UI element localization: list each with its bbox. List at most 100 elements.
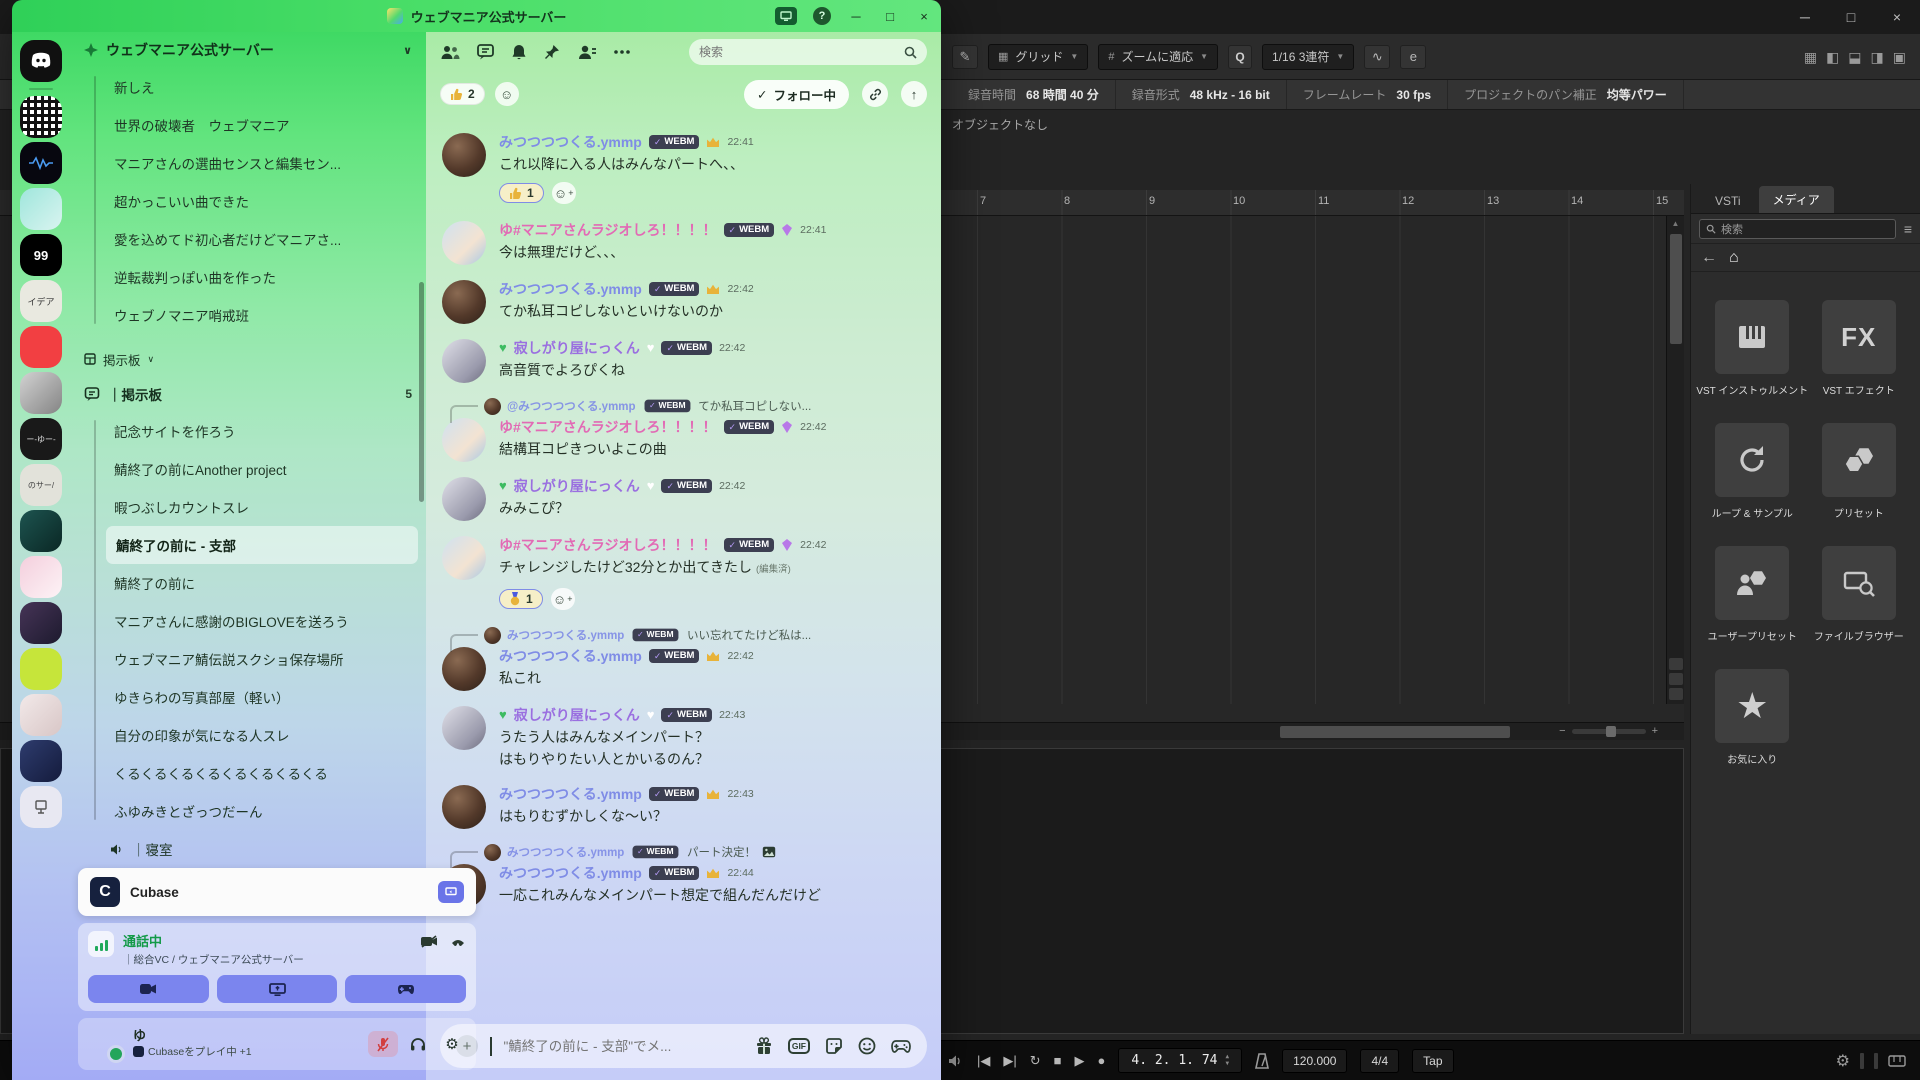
scroll-up-arrow[interactable]: ▲ — [1667, 216, 1684, 231]
list-view-icon[interactable]: ≡ — [1904, 221, 1912, 237]
server-avatar[interactable] — [20, 694, 62, 736]
jump-to-top-icon[interactable]: ↑ — [901, 81, 927, 107]
copy-link-icon[interactable] — [862, 81, 888, 107]
add-reaction-button[interactable]: ☺+ — [551, 588, 575, 610]
home-icon[interactable]: ⌂ — [1729, 249, 1739, 267]
chat-message[interactable]: みつつつつくる.ymmp ✓WEBM いい忘れてたけど私は... みつつつつくる… — [426, 625, 941, 691]
message-list[interactable]: みつつつつくる.ymmp ✓WEBM 22:41 これ以降に入る人はみんなパート… — [426, 116, 941, 1016]
category-header[interactable]: 掲示板 ∨ — [70, 342, 426, 376]
back-arrow-icon[interactable]: ← — [1701, 249, 1717, 267]
avatar[interactable] — [442, 785, 486, 829]
avatar[interactable] — [442, 536, 486, 580]
setup-window-layout-icon[interactable]: ▦ — [1804, 49, 1817, 66]
avatar[interactable] — [442, 339, 486, 383]
cubase-maximize-button[interactable]: □ — [1828, 0, 1874, 34]
server-avatar[interactable] — [20, 648, 62, 690]
server-avatar[interactable]: イデア — [20, 280, 62, 322]
chat-message[interactable]: ♥ 寂しがり屋にっくん ♥ ✓WEBM 22:42 高音質でよろぴくね — [426, 337, 941, 383]
lower-zone-toggle-icon[interactable]: ⬓ — [1848, 49, 1861, 66]
message-author[interactable]: ゆ#マニアさんラジオしろ！！！！ — [499, 416, 717, 438]
notification-bell-icon[interactable] — [511, 44, 527, 61]
go-to-end-button[interactable]: ▶| — [1003, 1053, 1016, 1069]
cycle-button[interactable]: ↻ — [1030, 1053, 1041, 1069]
gift-icon[interactable] — [755, 1037, 773, 1055]
server-avatar[interactable] — [20, 372, 62, 414]
tap-tempo-button[interactable]: Tap — [1412, 1049, 1453, 1073]
discord-minimize-button[interactable]: ─ — [847, 9, 865, 24]
message-input[interactable]: + GIF — [440, 1024, 927, 1068]
sidebar-thread[interactable]: 新しえ — [70, 68, 426, 106]
chevron-down-icon[interactable]: ∨ — [403, 44, 412, 57]
reply-author[interactable]: みつつつつくる.ymmp — [507, 627, 624, 643]
avatar[interactable] — [442, 280, 486, 324]
song-position-display[interactable]: 4. 2. 1. 74▲▼ — [1118, 1048, 1242, 1073]
keyboard-icon[interactable] — [1888, 1055, 1906, 1067]
tab-vsti[interactable]: VSTi — [1701, 189, 1755, 213]
time-signature-display[interactable]: 4/4 — [1360, 1049, 1399, 1073]
search-box[interactable] — [689, 39, 927, 65]
reply-context[interactable]: みつつつつくる.ymmp ✓WEBM いい忘れてたけど私は... — [484, 625, 941, 645]
stop-button[interactable]: ■ — [1054, 1053, 1062, 1068]
disconnect-call-icon[interactable] — [450, 934, 466, 948]
sidebar-thread[interactable]: 暇つぶしカウントスレ — [70, 488, 426, 526]
server-header[interactable]: ウェブマニア公式サーバー ∨ — [70, 32, 426, 68]
right-zone-toggle-icon[interactable]: ◨ — [1871, 49, 1884, 66]
sidebar-thread-selected[interactable]: 鯖終了の前に - 支部 — [106, 526, 418, 564]
message-author[interactable]: 寂しがり屋にっくん — [514, 475, 640, 497]
avatar[interactable] — [442, 706, 486, 750]
horizontal-scroll-thumb[interactable] — [1280, 726, 1510, 738]
vertical-zoom-button[interactable] — [1669, 658, 1683, 670]
screen-share-button[interactable] — [217, 975, 338, 1003]
voice-channel[interactable]: ｜寝室 — [70, 830, 426, 868]
sidebar-thread[interactable]: ふゆみきとざっつだーん — [70, 792, 426, 830]
chat-message[interactable]: みつつつつくる.ymmp ✓WEBM 22:42 てか私耳コピしないといけないの… — [426, 278, 941, 324]
forum-post-icon[interactable] — [477, 44, 494, 60]
chat-message[interactable]: ゆ#マニアさんラジオしろ！！！！ ✓WEBM 22:42 チャレンジしたけど32… — [426, 534, 941, 612]
message-author[interactable]: ゆ#マニアさんラジオしろ！！！！ — [499, 219, 717, 241]
discord-home-button[interactable] — [20, 40, 62, 82]
grid-spacing-select[interactable]: #ズームに適応▼ — [1098, 44, 1218, 70]
medal-reaction[interactable]: 1 — [499, 589, 543, 609]
emoji-picker-icon[interactable] — [858, 1037, 876, 1055]
tile-vst-effects[interactable]: FX VST エフェクト — [1807, 300, 1911, 397]
zoom-slider-knob[interactable] — [1606, 726, 1616, 737]
quantize-q-icon[interactable]: Q — [1228, 45, 1252, 69]
left-zone-toggle-icon[interactable]: ◧ — [1826, 49, 1839, 66]
chat-message[interactable]: ♥ 寂しがり屋にっくん ♥ ✓WEBM 22:43 うたう人はみんなメインパート… — [426, 704, 941, 770]
message-author[interactable]: みつつつつくる.ymmp — [499, 645, 642, 667]
sidebar-scrollbar[interactable] — [419, 282, 424, 502]
add-reaction-button[interactable]: ☺ — [495, 82, 519, 106]
sidebar-thread[interactable]: マニアさんの選曲センスと編集セン... — [70, 144, 426, 182]
server-avatar[interactable] — [20, 740, 62, 782]
record-button[interactable]: ● — [1098, 1053, 1106, 1068]
reply-text[interactable]: てか私耳コピしない... — [698, 398, 811, 414]
sidebar-thread[interactable]: 愛を込めてド初心者だけどマニアさ... — [70, 220, 426, 258]
message-author[interactable]: ゆ#マニアさんラジオしろ！！！！ — [499, 534, 717, 556]
tile-file-browser[interactable]: ファイルブラウザー — [1807, 546, 1911, 643]
server-avatar[interactable] — [20, 188, 62, 230]
workspace-icon[interactable]: ▣ — [1893, 49, 1906, 66]
sidebar-thread[interactable]: 世界の破壊者 ウェブマニア — [70, 106, 426, 144]
sidebar-thread[interactable]: マニアさんに感謝のBIGLOVEを送ろう — [70, 602, 426, 640]
chat-message[interactable]: みつつつつくる.ymmp ✓WEBM 22:43 はもりむずかしくな〜い？ — [426, 783, 941, 829]
chat-message[interactable]: @みつつつつくる.ymmp ✓WEBM てか私耳コピしない... ゆ#マニアさん… — [426, 396, 941, 462]
chat-message[interactable]: ♥ 寂しがり屋にっくん ♥ ✓WEBM 22:42 みみこぴ？ — [426, 475, 941, 521]
avatar[interactable] — [442, 647, 486, 691]
microphone-muted-icon[interactable] — [368, 1031, 398, 1057]
vertical-scroll-thumb[interactable] — [1670, 234, 1682, 344]
reply-text[interactable]: パート決定！ — [687, 844, 756, 860]
chat-message[interactable]: ゆ#マニアさんラジオしろ！！！！ ✓WEBM 22:41 今は無理だけど、、、 — [426, 219, 941, 265]
message-author[interactable]: みつつつつくる.ymmp — [499, 131, 642, 153]
search-input[interactable] — [699, 45, 898, 59]
camera-off-icon[interactable] — [420, 935, 438, 948]
tile-loops-samples[interactable]: ループ & サンプル — [1700, 423, 1804, 520]
reply-context[interactable]: みつつつつくる.ymmp ✓WEBM パート決定！ — [484, 842, 941, 862]
activity-card[interactable]: C Cubase — [78, 868, 476, 916]
discord-maximize-button[interactable]: □ — [881, 9, 899, 24]
zoom-in-icon[interactable]: + — [1652, 725, 1658, 737]
server-avatar[interactable] — [20, 326, 62, 368]
cubase-minimize-button[interactable]: ─ — [1782, 0, 1828, 34]
sidebar-thread[interactable]: 超かっこいい曲できた — [70, 182, 426, 220]
message-author[interactable]: 寂しがり屋にっくん — [514, 337, 640, 359]
reply-context[interactable]: @みつつつつくる.ymmp ✓WEBM てか私耳コピしない... — [484, 396, 941, 416]
